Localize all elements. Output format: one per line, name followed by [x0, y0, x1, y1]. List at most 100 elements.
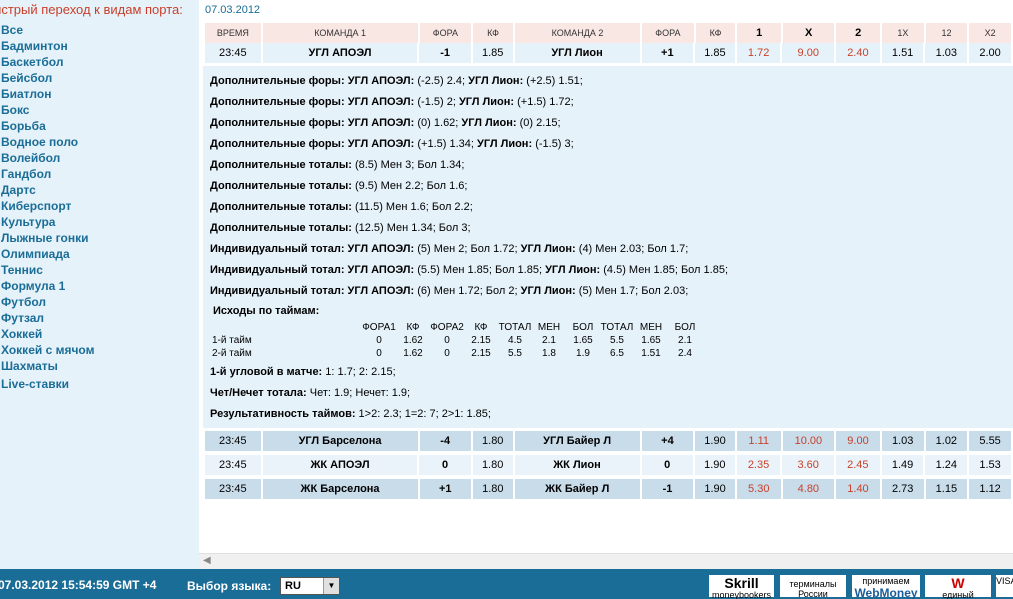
odds-cell[interactable]: 1.90: [695, 479, 735, 499]
odds-cell[interactable]: 1.02: [925, 431, 968, 451]
extra-label: Чет/Нечет тотала:: [210, 387, 307, 399]
horizontal-scrollbar[interactable]: ◀: [199, 553, 1013, 569]
sport-item[interactable]: Биатлон: [0, 86, 199, 102]
odds-cell[interactable]: 1.53: [969, 455, 1011, 475]
odds-cell[interactable]: 1.85: [695, 43, 735, 63]
half-value[interactable]: 2.15: [464, 347, 498, 360]
payment-skrill-logo: Skrill moneybookers: [709, 575, 774, 599]
payment-visa-logo: VISA: [996, 575, 1013, 597]
half-value[interactable]: 2.4: [668, 347, 702, 360]
half-value[interactable]: 0: [430, 347, 464, 360]
team-1[interactable]: ЖК Барселона: [262, 479, 418, 499]
sport-item[interactable]: Все: [0, 22, 199, 38]
sport-item[interactable]: Баскетбол: [0, 54, 199, 70]
odds-cell[interactable]: 1.15: [925, 479, 968, 499]
odds-cell[interactable]: 5.30: [736, 479, 781, 499]
half-value[interactable]: 4.5: [498, 334, 532, 347]
detail-team: УГЛ АПОЭЛ:: [347, 117, 415, 129]
odds-cell[interactable]: 2.45: [835, 455, 880, 475]
odds-cell[interactable]: 10.00: [782, 431, 835, 451]
sport-item[interactable]: Бокс: [0, 102, 199, 118]
sport-list: Все Бадминтон Баскетбол Бейсбол Биатлон …: [0, 22, 199, 392]
team-1[interactable]: ЖК АПОЭЛ: [262, 455, 418, 475]
odds-cell[interactable]: 2.73: [881, 479, 924, 499]
half-value[interactable]: 1.8: [532, 347, 566, 360]
half-value[interactable]: 6.5: [600, 347, 634, 360]
sport-item[interactable]: Футзал: [0, 310, 199, 326]
odds-cell[interactable]: 1.11: [736, 431, 781, 451]
chevron-down-icon[interactable]: ▼: [323, 578, 339, 594]
sport-item[interactable]: Бадминтон: [0, 38, 199, 54]
sport-item[interactable]: Гандбол: [0, 166, 199, 182]
sport-item[interactable]: Дартс: [0, 182, 199, 198]
half-value[interactable]: 2.1: [532, 334, 566, 347]
detail-line: Дополнительные форы: УГЛ АПОЭЛ: (-2.5) 2…: [210, 71, 1013, 92]
sport-item[interactable]: Теннис: [0, 262, 199, 278]
odds-cell[interactable]: 1.12: [969, 479, 1011, 499]
odds-cell[interactable]: 1.51: [881, 43, 924, 63]
half-value[interactable]: 0: [430, 334, 464, 347]
sport-item[interactable]: Культура: [0, 214, 199, 230]
odds-cell[interactable]: 1.03: [925, 43, 968, 63]
half-value[interactable]: 2.1: [668, 334, 702, 347]
odds-cell[interactable]: 5.55: [969, 431, 1011, 451]
odds-cell[interactable]: 1.80: [472, 431, 513, 451]
odds-cell[interactable]: 1.24: [925, 455, 968, 475]
half-value[interactable]: 5.5: [498, 347, 532, 360]
half-value[interactable]: 1.9: [566, 347, 600, 360]
odds-cell[interactable]: 1.49: [881, 455, 924, 475]
team-1[interactable]: УГЛ Барселона: [262, 431, 418, 451]
odds-cell[interactable]: 4.80: [782, 479, 835, 499]
odds-cell[interactable]: 1.90: [694, 455, 735, 475]
live-bets-link[interactable]: Live-ставки: [0, 376, 199, 392]
odds-cell[interactable]: 1.90: [695, 431, 735, 451]
team-2[interactable]: УГЛ Лион: [514, 43, 640, 63]
half-value[interactable]: 0: [362, 347, 396, 360]
half-value[interactable]: 2.15: [464, 334, 498, 347]
column-header: ВРЕМЯ: [205, 23, 261, 43]
sport-item[interactable]: Футбол: [0, 294, 199, 310]
odds-cell[interactable]: 2.40: [836, 43, 880, 63]
half-value[interactable]: 5.5: [600, 334, 634, 347]
odds-cell[interactable]: 9.00: [782, 43, 835, 63]
sport-item[interactable]: Лыжные гонки: [0, 230, 199, 246]
sport-item[interactable]: Киберспорт: [0, 198, 199, 214]
sport-item[interactable]: Борьба: [0, 118, 199, 134]
sport-item[interactable]: Хоккей с мячом: [0, 342, 199, 358]
odds-cell[interactable]: 2.35: [736, 455, 781, 475]
odds-cell[interactable]: 1.80: [472, 479, 513, 499]
odds-cell[interactable]: 1.85: [472, 43, 513, 63]
half-value[interactable]: 1.65: [634, 334, 668, 347]
sport-item[interactable]: Водное поло: [0, 134, 199, 150]
sport-item[interactable]: Формула 1: [0, 278, 199, 294]
halves-title: Исходы по таймам:: [213, 305, 320, 317]
half-value[interactable]: 1.62: [396, 334, 430, 347]
team-2[interactable]: УГЛ Байер Л: [514, 431, 640, 451]
half-value[interactable]: 1.51: [634, 347, 668, 360]
odds-cell[interactable]: 2.00: [969, 43, 1011, 63]
extra-value: 1: 1.7; 2: 2.15;: [322, 366, 396, 378]
sport-item[interactable]: Шахматы: [0, 358, 199, 374]
odds-cell[interactable]: 3.60: [782, 455, 834, 475]
sport-item[interactable]: Хоккей: [0, 326, 199, 342]
team-1[interactable]: УГЛ АПОЭЛ: [262, 43, 418, 63]
half-value[interactable]: 0: [362, 334, 396, 347]
odds-cell[interactable]: 1.40: [836, 479, 880, 499]
detail-label: Индивидуальный тотал:: [210, 264, 345, 276]
sport-item[interactable]: Волейбол: [0, 150, 199, 166]
language-select[interactable]: RU ▼: [280, 577, 340, 595]
odds-cell[interactable]: 1.80: [472, 455, 513, 475]
scroll-left-icon[interactable]: ◀: [203, 555, 211, 566]
detail-value: (0) 2.15;: [519, 117, 561, 129]
team-2[interactable]: ЖК Байер Л: [514, 479, 640, 499]
detail-line: Дополнительные тоталы: (9.5) Мен 2.2; Бо…: [210, 176, 1013, 197]
sport-item[interactable]: Олимпиада: [0, 246, 199, 262]
half-value[interactable]: 1.62: [396, 347, 430, 360]
detail-team: УГЛ АПОЭЛ:: [347, 243, 415, 255]
team-2[interactable]: ЖК Лион: [514, 455, 640, 475]
odds-cell[interactable]: 1.03: [881, 431, 924, 451]
half-value[interactable]: 1.65: [566, 334, 600, 347]
odds-cell[interactable]: 1.72: [736, 43, 781, 63]
odds-cell[interactable]: 9.00: [836, 431, 880, 451]
sport-item[interactable]: Бейсбол: [0, 70, 199, 86]
